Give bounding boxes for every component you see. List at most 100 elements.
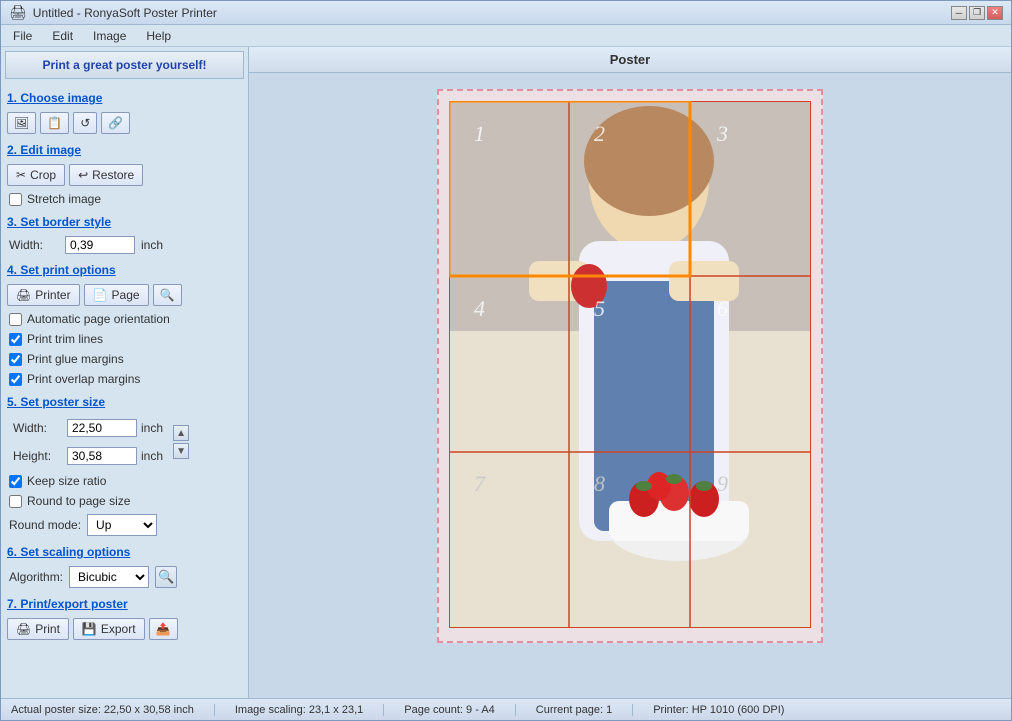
poster-width-label: Width: — [13, 421, 63, 435]
restore-icon: ↩ — [78, 168, 88, 182]
menu-file[interactable]: File — [5, 27, 40, 44]
crop-icon: ✂ — [16, 168, 26, 182]
glue-margins-row: Print glue margins — [9, 352, 240, 366]
title-bar-controls: ─ ❐ ✕ — [951, 6, 1003, 20]
trim-lines-checkbox[interactable] — [9, 333, 22, 346]
section3-title[interactable]: 3. Set border style — [7, 215, 242, 229]
print-button[interactable]: 🖨 Print — [7, 618, 69, 640]
restore-button[interactable]: ↩ Restore — [69, 164, 143, 186]
auto-orient-checkbox[interactable] — [9, 313, 22, 326]
clipboard-icon: 📋 — [47, 116, 62, 130]
section4-title[interactable]: 4. Set print options — [7, 263, 242, 277]
printer-icon: 🖨 — [16, 288, 31, 302]
open-image-button[interactable]: 🖼 — [7, 112, 36, 134]
preview-button[interactable]: 🔍 — [153, 284, 182, 306]
page-settings-button[interactable]: 📄 Page — [84, 284, 149, 306]
poster-height-label: Height: — [13, 449, 63, 463]
poster-image-container: 1 2 3 4 5 6 7 8 9 — [449, 101, 811, 631]
application-window: 🖨 Untitled - RonyaSoft Poster Printer ─ … — [0, 0, 1012, 721]
title-bar: 🖨 Untitled - RonyaSoft Poster Printer ─ … — [1, 1, 1011, 25]
glue-margins-checkbox[interactable] — [9, 353, 22, 366]
menu-image[interactable]: Image — [85, 27, 134, 44]
round-page-row: Round to page size — [9, 494, 240, 508]
round-page-label: Round to page size — [27, 494, 130, 508]
print-options-buttons: 🖨 Printer 📄 Page 🔍 — [7, 284, 242, 306]
round-mode-select[interactable]: Up Down Nearest — [87, 514, 157, 536]
title-bar-left: 🖨 Untitled - RonyaSoft Poster Printer — [9, 4, 217, 21]
status-current-page: Current page: 1 — [536, 704, 633, 716]
algo-label: Algorithm: — [9, 570, 63, 584]
printer-settings-button[interactable]: 🖨 Printer — [7, 284, 80, 306]
keep-size-label: Keep size ratio — [27, 474, 106, 488]
status-printer: Printer: HP 1010 (600 DPI) — [653, 704, 804, 716]
app-icon: 🖨 — [9, 4, 27, 21]
trim-lines-row: Print trim lines — [9, 332, 240, 346]
left-panel: Print a great poster yourself! 1. Choose… — [1, 47, 249, 698]
section7-title[interactable]: 7. Print/export poster — [7, 597, 242, 611]
section6-title[interactable]: 6. Set scaling options — [7, 545, 242, 559]
section5-title[interactable]: 5. Set poster size — [7, 395, 242, 409]
keep-size-row: Keep size ratio — [9, 474, 240, 488]
export-button[interactable]: 💾 Export — [73, 618, 145, 640]
export-buttons: 🖨 Print 💾 Export 📤 — [7, 618, 242, 640]
poster-height-unit: inch — [141, 449, 163, 463]
overlap-margins-label: Print overlap margins — [27, 372, 140, 386]
border-width-input[interactable] — [65, 236, 135, 254]
poster-canvas: 1 2 3 4 5 6 7 8 9 — [249, 73, 1011, 698]
overlap-margins-row: Print overlap margins — [9, 372, 240, 386]
open-clipboard-button[interactable]: 📋 — [40, 112, 69, 134]
overlap-margins-checkbox[interactable] — [9, 373, 22, 386]
border-width-unit: inch — [141, 238, 163, 252]
round-page-checkbox[interactable] — [9, 495, 22, 508]
open-file-icon: 🖼 — [14, 116, 29, 130]
rotate-button[interactable]: ↺ — [73, 112, 97, 134]
share-button[interactable]: 📤 — [149, 618, 178, 640]
poster-area: 1 2 3 4 5 6 7 8 9 — [437, 89, 823, 643]
keep-size-checkbox[interactable] — [9, 475, 22, 488]
poster-width-unit: inch — [141, 421, 163, 435]
section1-buttons: 🖼 📋 ↺ 🔗 — [7, 112, 242, 134]
stretch-row: Stretch image — [9, 192, 240, 206]
poster-bleed-area: 1 2 3 4 5 6 7 8 9 — [437, 89, 823, 643]
print-icon: 🖨 — [16, 622, 31, 636]
auto-orient-row: Automatic page orientation — [9, 312, 240, 326]
svg-text:4: 4 — [474, 296, 485, 321]
svg-text:1: 1 — [474, 121, 485, 146]
restore-button[interactable]: ❐ — [969, 6, 985, 20]
stretch-checkbox[interactable] — [9, 193, 22, 206]
zoom-button[interactable]: 🔍 — [155, 566, 177, 588]
section2-title[interactable]: 2. Edit image — [7, 143, 242, 157]
rotate-icon: ↺ — [80, 116, 90, 130]
menu-help[interactable]: Help — [138, 27, 179, 44]
border-width-label: Width: — [9, 238, 59, 252]
status-bar: Actual poster size: 22,50 x 30,58 inch I… — [1, 698, 1011, 720]
svg-text:8: 8 — [594, 471, 605, 496]
stretch-label: Stretch image — [27, 192, 101, 206]
right-panel: Poster — [249, 47, 1011, 698]
status-image-scaling: Image scaling: 23,1 x 23,1 — [235, 704, 384, 716]
algo-row: Algorithm: Bicubic Bilinear Nearest neig… — [9, 566, 240, 588]
minimize-button[interactable]: ─ — [951, 6, 967, 20]
menu-edit[interactable]: Edit — [44, 27, 81, 44]
glue-margins-label: Print glue margins — [27, 352, 124, 366]
svg-text:2: 2 — [594, 121, 605, 146]
window-title: Untitled - RonyaSoft Poster Printer — [33, 6, 217, 20]
share-icon: 📤 — [156, 622, 171, 636]
crop-button[interactable]: ✂ Crop — [7, 164, 65, 186]
trim-lines-label: Print trim lines — [27, 332, 103, 346]
svg-text:9: 9 — [717, 471, 728, 496]
poster-width-row: Width: inch — [13, 419, 163, 437]
zoom-icon: 🔍 — [158, 569, 174, 585]
panel-header: Print a great poster yourself! — [5, 51, 244, 79]
algo-select[interactable]: Bicubic Bilinear Nearest neighbor — [69, 566, 149, 588]
poster-width-input[interactable] — [67, 419, 137, 437]
open-web-button[interactable]: 🔗 — [101, 112, 130, 134]
poster-height-input[interactable] — [67, 447, 137, 465]
height-decrease-button[interactable]: ▼ — [173, 443, 189, 459]
main-content: Print a great poster yourself! 1. Choose… — [1, 47, 1011, 698]
height-increase-button[interactable]: ▲ — [173, 425, 189, 441]
round-mode-label: Round mode: — [9, 518, 81, 532]
round-mode-row: Round mode: Up Down Nearest — [9, 514, 240, 536]
close-button[interactable]: ✕ — [987, 6, 1003, 20]
section1-title[interactable]: 1. Choose image — [7, 91, 242, 105]
